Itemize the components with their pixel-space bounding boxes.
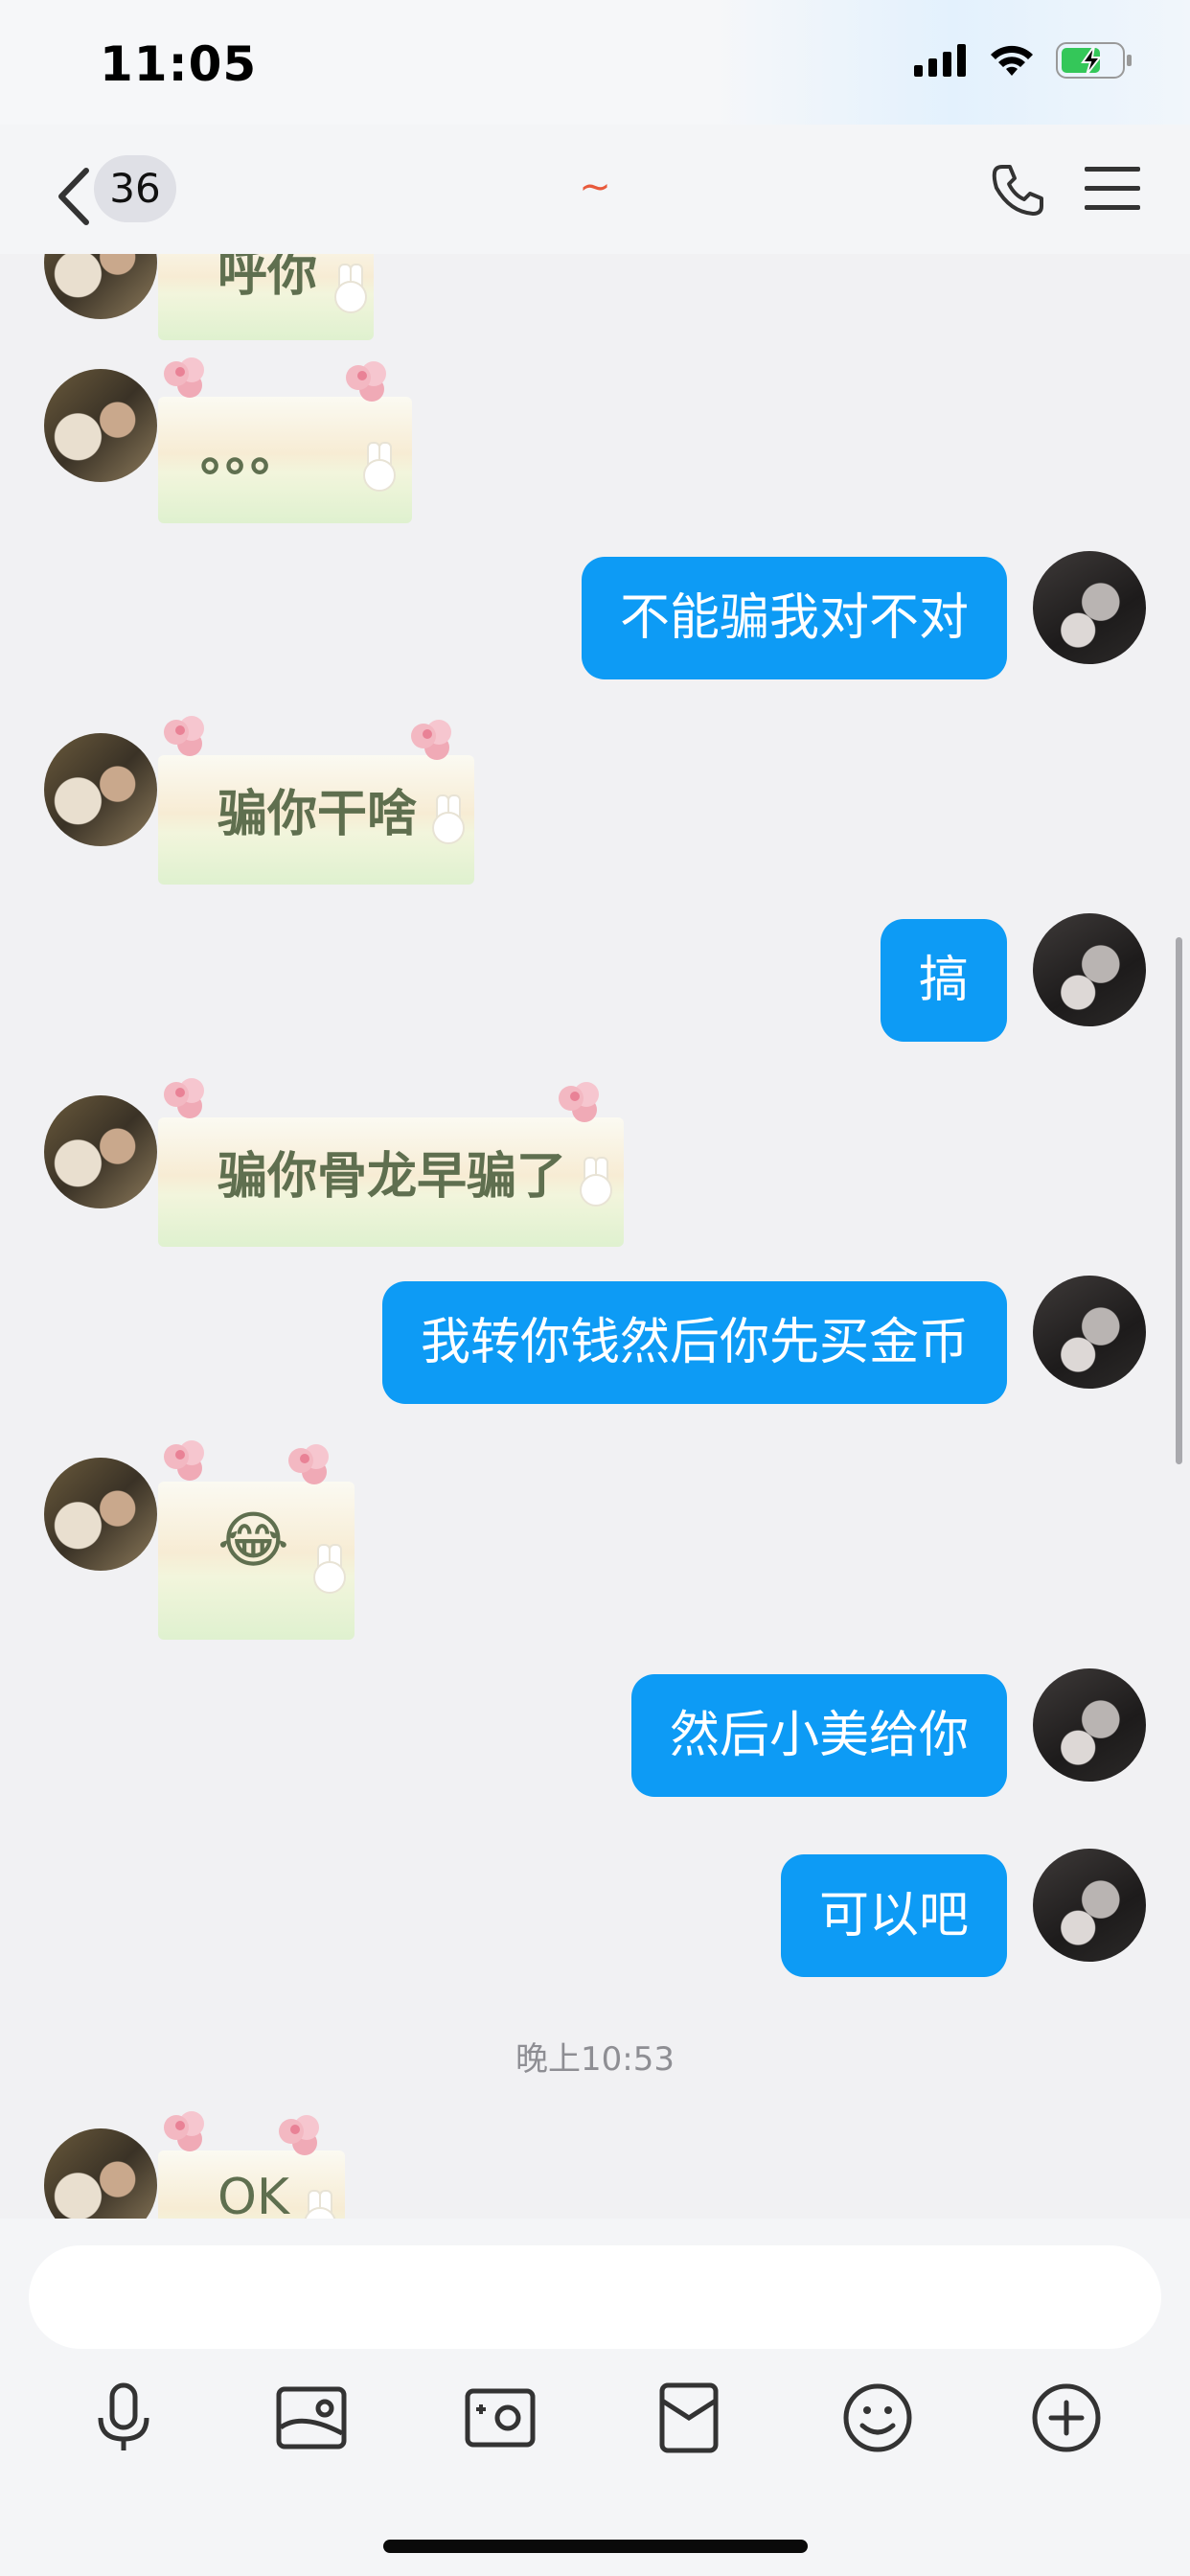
- menu-icon[interactable]: [1085, 165, 1140, 213]
- flower-icon: [160, 1438, 204, 1475]
- flower-icon: [160, 356, 204, 392]
- sticker-text: OK: [217, 2169, 290, 2219]
- flower-icon: [275, 2113, 319, 2150]
- my-avatar[interactable]: [1033, 1276, 1146, 1389]
- camera-icon[interactable]: [462, 2380, 538, 2456]
- status-icons: [914, 42, 1133, 79]
- flower-icon: [160, 2109, 204, 2146]
- my-avatar[interactable]: [1033, 1849, 1146, 1962]
- bunny-icon: [331, 264, 367, 317]
- red-packet-icon[interactable]: [651, 2380, 727, 2456]
- contact-avatar[interactable]: [44, 2128, 157, 2219]
- sticker-text: 骗你干啥: [217, 786, 418, 843]
- sticker-message[interactable]: 骗你骨龙早骗了: [158, 1076, 624, 1247]
- sticker-message[interactable]: OK: [158, 2109, 345, 2219]
- bunny-icon: [428, 794, 465, 848]
- sticker-text: 骗你骨龙早骗了: [217, 1148, 567, 1206]
- my-avatar[interactable]: [1033, 1668, 1146, 1782]
- flower-icon: [555, 1080, 599, 1116]
- wifi-icon: [991, 45, 1033, 76]
- plus-icon[interactable]: [1028, 2380, 1105, 2456]
- contact-avatar[interactable]: [44, 254, 157, 319]
- input-area: [0, 2219, 1190, 2576]
- my-avatar[interactable]: [1033, 551, 1146, 664]
- contact-avatar[interactable]: [44, 1458, 157, 1571]
- phone-call-icon[interactable]: [989, 161, 1046, 218]
- sent-message-bubble[interactable]: 搞: [880, 919, 1007, 1042]
- contact-avatar[interactable]: [44, 369, 157, 482]
- bunny-icon: [576, 1157, 612, 1210]
- sent-message-bubble[interactable]: 可以吧: [780, 1854, 1007, 1977]
- chat-header: 36 ~: [0, 125, 1190, 254]
- battery-icon: [1056, 42, 1132, 79]
- flower-icon: [160, 1076, 204, 1113]
- sticker-message[interactable]: 呼你: [158, 254, 374, 340]
- scrollbar[interactable]: [1176, 937, 1182, 1464]
- microphone-icon[interactable]: [85, 2380, 162, 2456]
- image-icon[interactable]: [273, 2380, 350, 2456]
- message-list[interactable]: 呼你 。。。 不能骗我对不对 骗你干啥 搞 骗你骨龙早骗了 我转你钱然后你先买金…: [0, 254, 1190, 2219]
- flower-icon: [160, 714, 204, 750]
- message-timestamp: 晚上10:53: [515, 2040, 675, 2079]
- sticker-message[interactable]: 骗你干啥: [158, 714, 474, 885]
- sticker-text: 😂: [217, 1506, 289, 1576]
- emoji-icon[interactable]: [839, 2380, 916, 2456]
- sticker-message[interactable]: 。。。: [158, 356, 412, 523]
- status-bar: 11:05: [0, 0, 1190, 125]
- flower-icon: [285, 1442, 329, 1479]
- bunny-icon: [309, 1544, 346, 1598]
- input-toolbar: [0, 2380, 1190, 2475]
- flower-icon: [407, 718, 451, 754]
- sent-message-bubble[interactable]: 我转你钱然后你先买金币: [381, 1281, 1007, 1404]
- status-time: 11:05: [100, 36, 258, 92]
- bunny-icon: [300, 2190, 336, 2219]
- home-indicator[interactable]: [383, 2540, 808, 2553]
- bunny-icon: [359, 442, 396, 495]
- sent-message-bubble[interactable]: 然后小美给你: [630, 1674, 1007, 1797]
- contact-avatar[interactable]: [44, 1095, 157, 1208]
- contact-avatar[interactable]: [44, 733, 157, 846]
- message-input[interactable]: [29, 2245, 1161, 2349]
- sticker-message[interactable]: 😂: [158, 1438, 355, 1640]
- my-avatar[interactable]: [1033, 913, 1146, 1026]
- signal-icon: [914, 44, 966, 77]
- sticker-text: 呼你: [217, 254, 318, 303]
- sticker-text: 。。。: [200, 426, 301, 483]
- sent-message-bubble[interactable]: 不能骗我对不对: [581, 557, 1007, 679]
- flower-icon: [342, 359, 386, 396]
